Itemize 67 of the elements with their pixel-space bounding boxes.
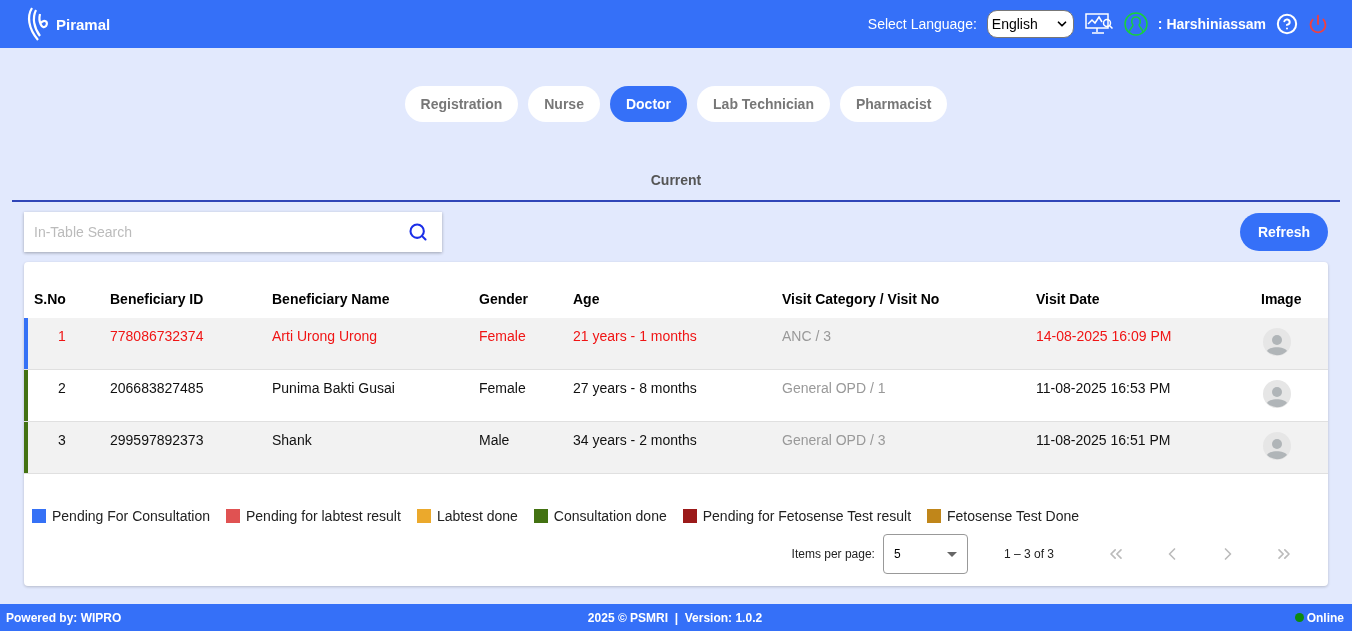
search-field[interactable]: In-Table Search xyxy=(24,212,442,252)
powered-by: Powered by: WIPRO xyxy=(6,610,123,625)
column-header: Gender xyxy=(478,291,529,307)
avatar-icon xyxy=(1263,432,1291,460)
monitor-search-icon[interactable] xyxy=(1083,12,1114,36)
table-cell-text: ANC / 3 xyxy=(781,328,832,346)
table-cell-text: Female xyxy=(478,328,527,346)
help-icon[interactable] xyxy=(1276,13,1298,35)
logo-icon xyxy=(26,6,50,42)
username: : Harshiniassam xyxy=(1157,16,1266,32)
page-range: 1 – 3 of 3 xyxy=(1003,547,1054,561)
table-cell-text: 27 years - 8 months xyxy=(572,380,698,398)
table-cell-text: Arti Urong Urong xyxy=(271,328,379,346)
column-header: S.No xyxy=(33,291,67,307)
table-cell-text: Shank xyxy=(271,432,313,450)
legend-label: Fetosense Test Done xyxy=(947,508,1080,524)
language-label: Select Language: xyxy=(867,16,977,32)
table-cell-text: 3 xyxy=(57,432,67,450)
search-icon[interactable] xyxy=(408,222,428,242)
table-row[interactable]: 3 299597892373 Shank Male 34 years - 2 months General OPD / 3 11-08-2025 16:51 PM xyxy=(24,422,1328,474)
table-cell-text: 206683827485 xyxy=(109,380,205,398)
search-input[interactable]: In-Table Search xyxy=(32,223,408,241)
table-cell-text: Punima Bakti Gusai xyxy=(271,380,396,398)
table-cell-text: General OPD / 3 xyxy=(781,432,887,450)
legend-label: Consultation done xyxy=(553,508,667,524)
column-header: Beneficiary ID xyxy=(109,291,205,307)
table-row[interactable]: 1 778086732374 Arti Urong Urong Female 21 years - 1 months ANC / 3 14-08-2025 16:09 PM xyxy=(24,318,1328,370)
table-cell-text: 1 xyxy=(57,328,67,346)
avatar-icon xyxy=(1263,328,1291,356)
table-cell-text: Female xyxy=(478,380,527,398)
table-cell-text: 34 years - 2 months xyxy=(572,432,698,450)
legend-label: Pending For Consultation xyxy=(52,508,210,524)
legend-label: Pending for Fetosense Test result xyxy=(702,508,912,524)
table-cell-text: 21 years - 1 months xyxy=(572,328,698,346)
avatar-icon xyxy=(1263,380,1291,408)
items-per-page-label: Items per page: xyxy=(791,547,875,561)
table-cell-text: 299597892373 xyxy=(109,432,205,450)
table-cell-text: 778086732374 xyxy=(109,328,205,346)
copyright-version: 2025 © PSMRI | Version: 1.0.2 xyxy=(587,610,763,625)
legend-label: Pending for labtest result xyxy=(246,508,401,524)
dropdown-triangle-icon xyxy=(946,551,957,557)
role-tab[interactable]: Doctor xyxy=(609,86,688,122)
role-tab[interactable]: Pharmacist xyxy=(839,86,948,122)
page-size-select[interactable]: 5 xyxy=(882,534,968,574)
column-header: Visit Date xyxy=(1035,291,1101,307)
column-header: Visit Category / Visit No xyxy=(781,291,941,307)
online-status: Online xyxy=(1306,610,1344,625)
language-select[interactable]: English xyxy=(986,10,1074,38)
legend-label: Labtest done xyxy=(436,508,518,524)
table-cell-text: General OPD / 1 xyxy=(781,380,887,398)
column-header: Age xyxy=(572,291,601,307)
column-header: Beneficiary Name xyxy=(271,291,391,307)
table-cell-text: Male xyxy=(478,432,511,450)
table-cell-text: 2 xyxy=(57,380,67,398)
current-tab[interactable]: Current xyxy=(12,166,1340,202)
role-tab[interactable]: Registration xyxy=(404,86,519,122)
brand-name: Piramal xyxy=(56,15,111,33)
logout-icon[interactable] xyxy=(1308,14,1328,34)
user-avatar-icon[interactable] xyxy=(1123,12,1148,36)
table-cell-text: 14-08-2025 16:09 PM xyxy=(1035,328,1173,346)
column-header: Image xyxy=(1260,291,1303,307)
table-cell-text: 11-08-2025 16:51 PM xyxy=(1035,432,1172,450)
refresh-button[interactable]: Refresh xyxy=(1240,213,1328,251)
role-tab[interactable]: Lab Technician xyxy=(697,86,830,122)
role-tab[interactable]: Nurse xyxy=(528,86,600,122)
table-row[interactable]: 2 206683827485 Punima Bakti Gusai Female 27 years - 8 months General OPD / 1 11-08-2025 16:53 PM xyxy=(24,370,1328,422)
table-cell-text: 11-08-2025 16:53 PM xyxy=(1035,380,1172,398)
